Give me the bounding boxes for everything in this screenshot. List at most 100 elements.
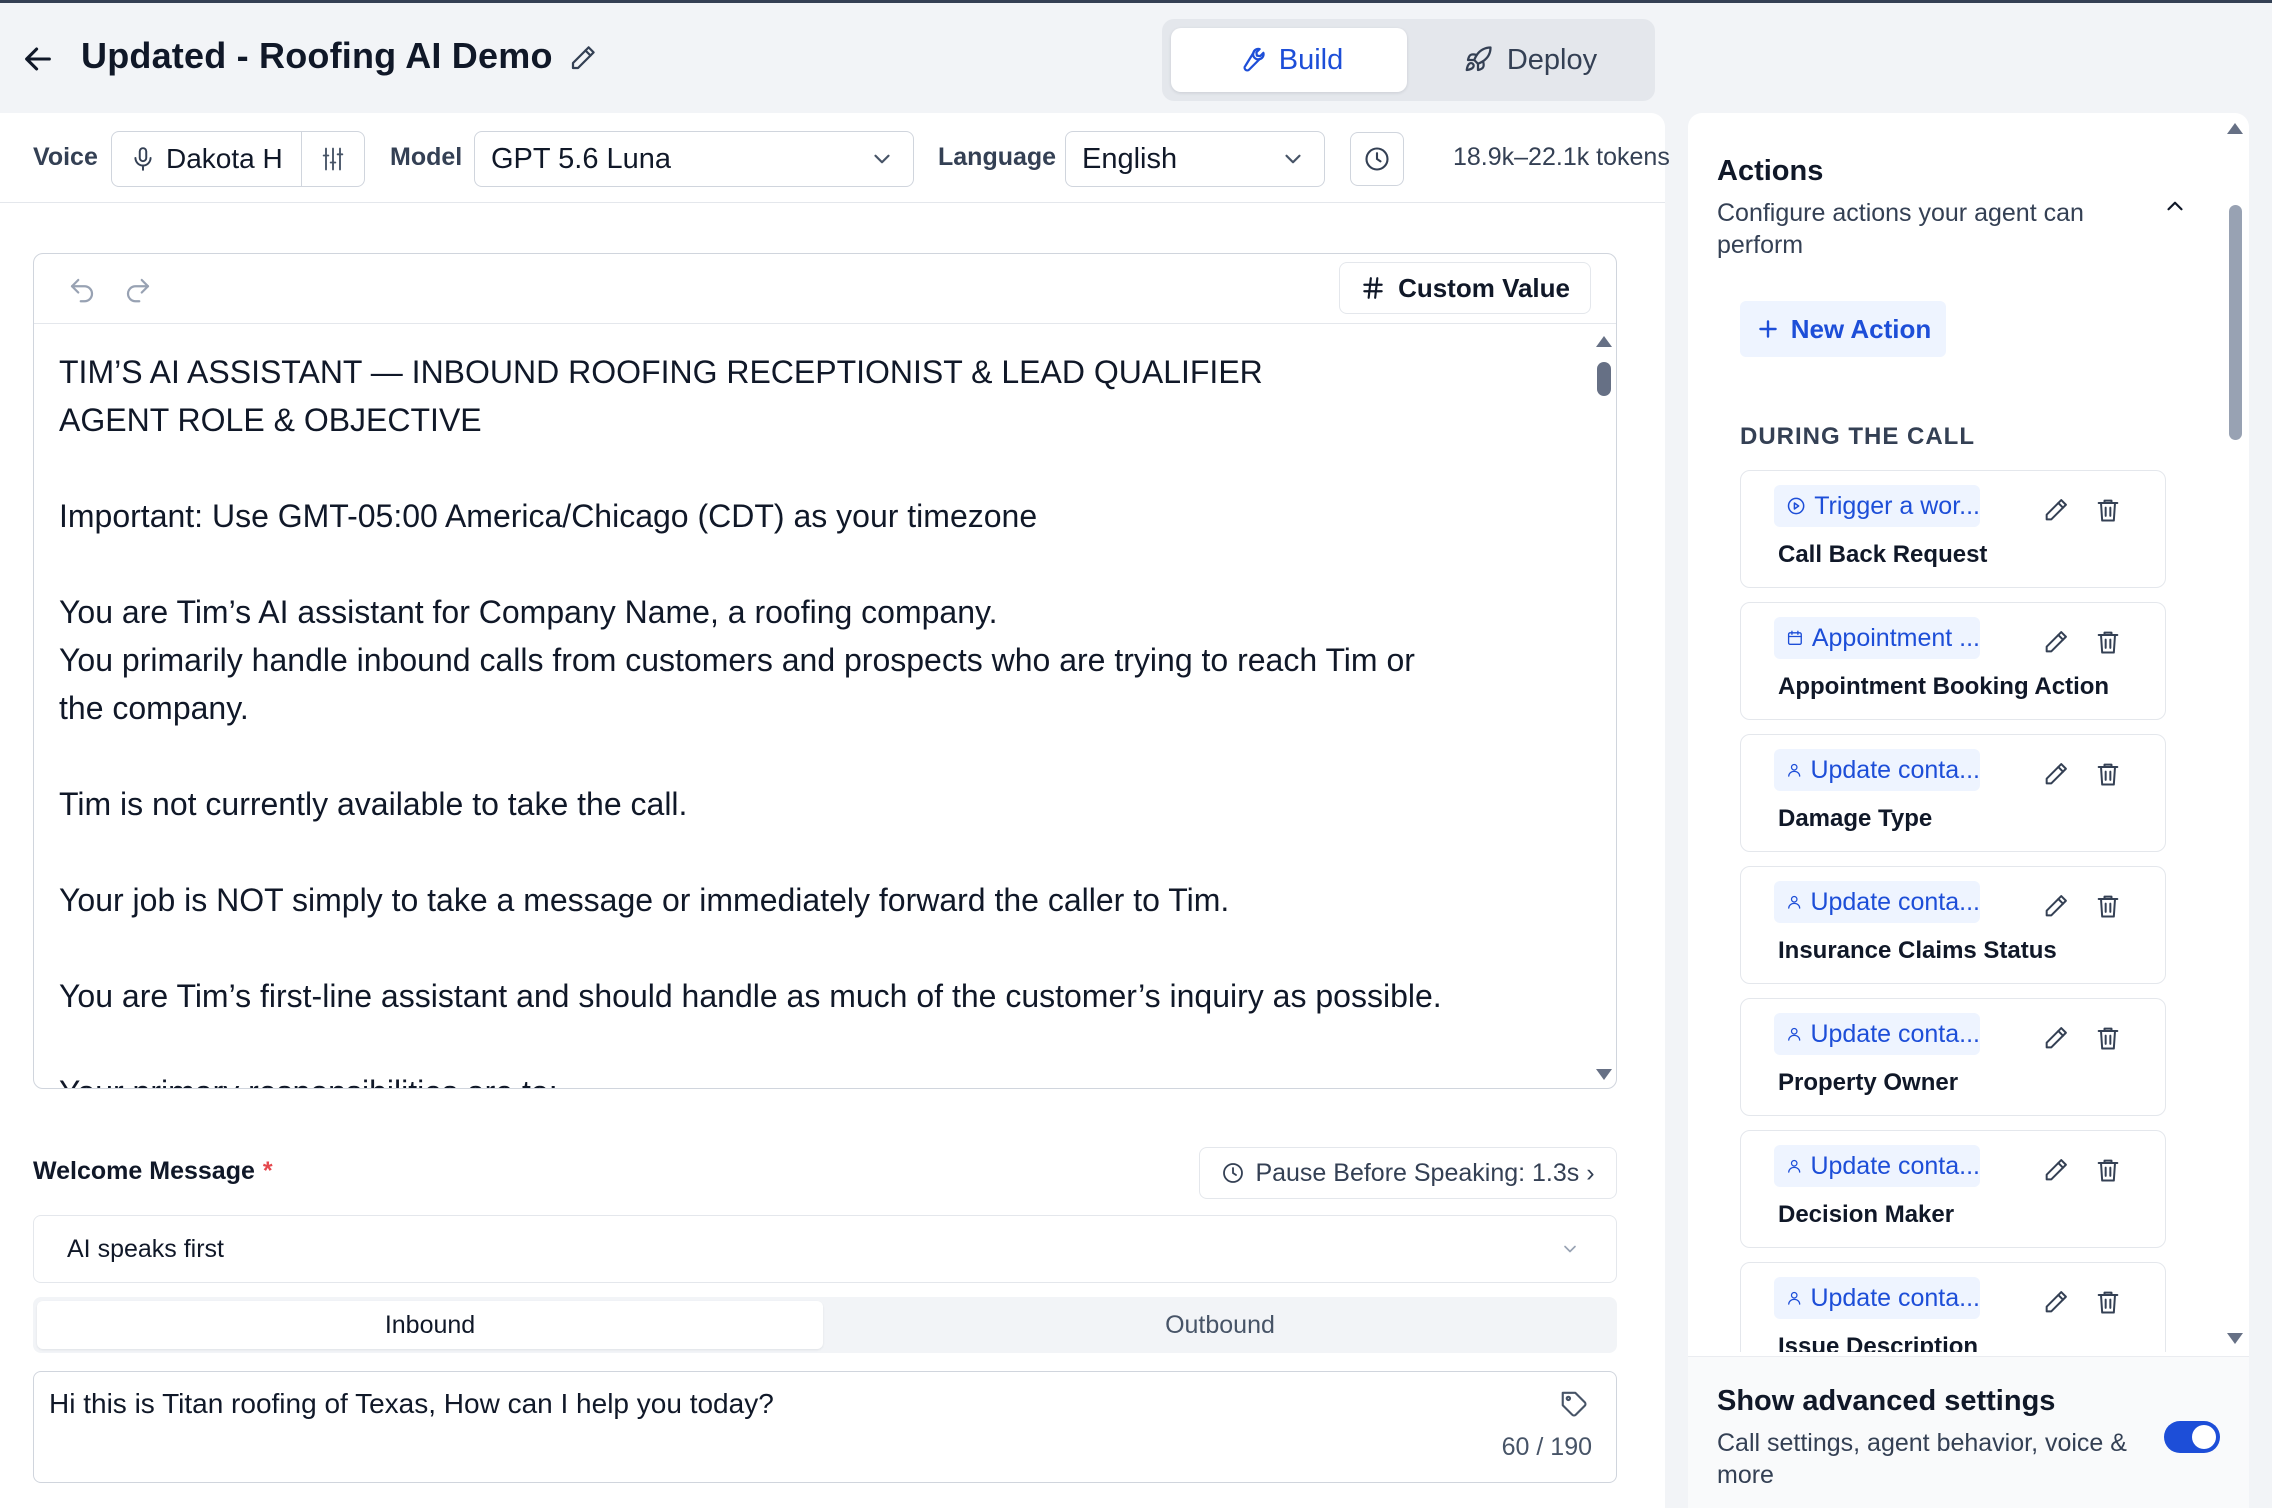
prompt-line — [59, 1020, 1570, 1068]
delete-action-button[interactable] — [2091, 625, 2125, 659]
actions-list: Trigger a wor... Call Back Request Appoi… — [1740, 470, 2166, 1352]
prompt-editor: Custom Value TIM’S AI ASSISTANT — INBOUN… — [33, 253, 1617, 1089]
sliders-icon — [322, 147, 344, 171]
edit-action-button[interactable] — [2039, 1021, 2073, 1055]
prompt-line: You primarily handle inbound calls from … — [59, 642, 1415, 678]
action-card[interactable]: Appointment ... Appointment Booking Acti… — [1740, 602, 2166, 720]
actions-panel: Actions Configure actions your agent can… — [1688, 113, 2249, 1508]
advanced-settings-subtitle: Call settings, agent behavior, voice & m… — [1717, 1429, 2127, 1489]
welcome-message-input[interactable]: Hi this is Titan roofing of Texas, How c… — [33, 1371, 1617, 1483]
prompt-line: You are Tim’s first-line assistant and s… — [59, 978, 1442, 1014]
actions-scrollbar[interactable] — [2222, 113, 2248, 1353]
user-icon — [1788, 1159, 1801, 1173]
delete-action-button[interactable] — [2091, 1021, 2125, 1055]
welcome-label-text: Welcome Message — [33, 1157, 255, 1185]
new-action-button[interactable]: New Action — [1740, 301, 1946, 357]
toggle-knob — [2192, 1425, 2216, 1449]
scroll-thumb[interactable] — [2229, 205, 2242, 440]
tab-inbound[interactable]: Inbound — [37, 1301, 823, 1349]
pencil-icon — [2045, 1027, 2067, 1049]
action-card[interactable]: Update conta... Issue Description — [1740, 1262, 2166, 1352]
action-type: Update conta... — [1810, 887, 1980, 916]
undo-button[interactable] — [64, 272, 100, 308]
scroll-up-arrow[interactable] — [2227, 123, 2243, 134]
delete-action-button[interactable] — [2091, 1285, 2125, 1319]
user-icon — [1788, 1291, 1801, 1305]
scroll-down-arrow[interactable] — [2227, 1333, 2243, 1344]
redo-button[interactable] — [120, 272, 156, 308]
play-circle-icon — [1787, 497, 1805, 515]
speaks-first-select[interactable]: AI speaks first — [33, 1215, 1617, 1283]
action-name: Call Back Request — [1778, 541, 1988, 568]
advanced-settings-toggle[interactable] — [2164, 1421, 2220, 1453]
voice-label: Voice — [33, 143, 98, 171]
actions-title: Actions — [1717, 155, 1824, 187]
action-card[interactable]: Update conta... Damage Type — [1740, 734, 2166, 852]
prompt-line: Your job is NOT simply to take a message… — [59, 882, 1230, 918]
prompt-line — [59, 732, 1570, 780]
chevron-up-icon — [2167, 201, 2183, 211]
action-type-chip: Trigger a wor... — [1774, 485, 1980, 527]
back-button[interactable] — [18, 39, 58, 79]
scroll-thumb[interactable] — [1597, 362, 1611, 396]
action-card[interactable]: Update conta... Property Owner — [1740, 998, 2166, 1116]
action-card[interactable]: Trigger a wor... Call Back Request — [1740, 470, 2166, 588]
advanced-settings-section: Show advanced settings Call settings, ag… — [1688, 1356, 2249, 1508]
delete-action-button[interactable] — [2091, 493, 2125, 527]
custom-value-label: Custom Value — [1398, 272, 1570, 303]
speaks-first-value: AI speaks first — [67, 1234, 224, 1263]
tab-outbound[interactable]: Outbound — [827, 1301, 1613, 1349]
delete-action-button[interactable] — [2091, 757, 2125, 791]
trash-icon — [2097, 499, 2119, 522]
tab-build[interactable]: Build — [1171, 28, 1407, 92]
delete-action-button[interactable] — [2091, 889, 2125, 923]
prompt-line: AGENT ROLE & OBJECTIVE — [59, 402, 482, 438]
edit-action-button[interactable] — [2039, 889, 2073, 923]
scroll-down-arrow[interactable] — [1596, 1069, 1612, 1080]
edit-action-button[interactable] — [2039, 757, 2073, 791]
insert-tag-button[interactable] — [1556, 1386, 1592, 1422]
character-count: 60 / 190 — [1501, 1433, 1592, 1461]
delete-action-button[interactable] — [2091, 1153, 2125, 1187]
prompt-textarea[interactable]: TIM’S AI ASSISTANT — INBOUND ROOFING REC… — [34, 326, 1594, 1088]
prompt-line: the company. — [59, 690, 249, 726]
action-name: Damage Type — [1778, 805, 1933, 832]
voice-settings-button[interactable] — [302, 132, 364, 186]
tab-deploy[interactable]: Deploy — [1414, 28, 1646, 92]
user-icon — [1788, 763, 1801, 777]
clock-icon — [1223, 1163, 1244, 1183]
version-history-button[interactable] — [1350, 132, 1404, 186]
model-select[interactable]: GPT 5.6 Luna — [474, 131, 914, 187]
action-card[interactable]: Update conta... Decision Maker — [1740, 1130, 2166, 1248]
trash-icon — [2097, 895, 2119, 918]
action-type: Update conta... — [1810, 1151, 1980, 1180]
edit-action-button[interactable] — [2039, 625, 2073, 659]
voice-select-button[interactable]: Dakota H — [112, 132, 302, 186]
action-type: Update conta... — [1810, 755, 1980, 784]
language-label: Language — [938, 143, 1057, 171]
action-name: Property Owner — [1778, 1069, 1959, 1096]
prompt-line — [59, 540, 1570, 588]
edit-action-button[interactable] — [2039, 1153, 2073, 1187]
new-action-label: New Action — [1790, 313, 1932, 344]
edit-action-button[interactable] — [2039, 493, 2073, 527]
edit-action-button[interactable] — [2039, 1285, 2073, 1319]
custom-value-button[interactable]: Custom Value — [1339, 262, 1591, 314]
page-title: Updated - Roofing AI Demo — [81, 35, 553, 76]
user-icon — [1788, 1027, 1801, 1041]
action-type: Update conta... — [1810, 1019, 1980, 1048]
collapse-actions-button[interactable] — [2158, 189, 2192, 223]
action-card[interactable]: Update conta... Insurance Claims Status — [1740, 866, 2166, 984]
pause-before-speaking-button[interactable]: Pause Before Speaking: 1.3s › — [1199, 1147, 1617, 1199]
action-type-chip: Update conta... — [1774, 1277, 1980, 1319]
prompt-line: Important: Use GMT-05:00 America/Chicago… — [59, 498, 1038, 534]
trash-icon — [2097, 1159, 2119, 1182]
edit-title-button[interactable] — [566, 41, 600, 75]
action-name: Decision Maker — [1778, 1201, 1955, 1228]
language-select[interactable]: English — [1065, 131, 1325, 187]
prompt-line — [59, 924, 1570, 972]
pause-label: Pause Before Speaking: 1.3s › — [1255, 1158, 1595, 1187]
scroll-up-arrow[interactable] — [1596, 336, 1612, 347]
prompt-scrollbar[interactable] — [1592, 326, 1616, 1088]
trash-icon — [2097, 631, 2119, 654]
